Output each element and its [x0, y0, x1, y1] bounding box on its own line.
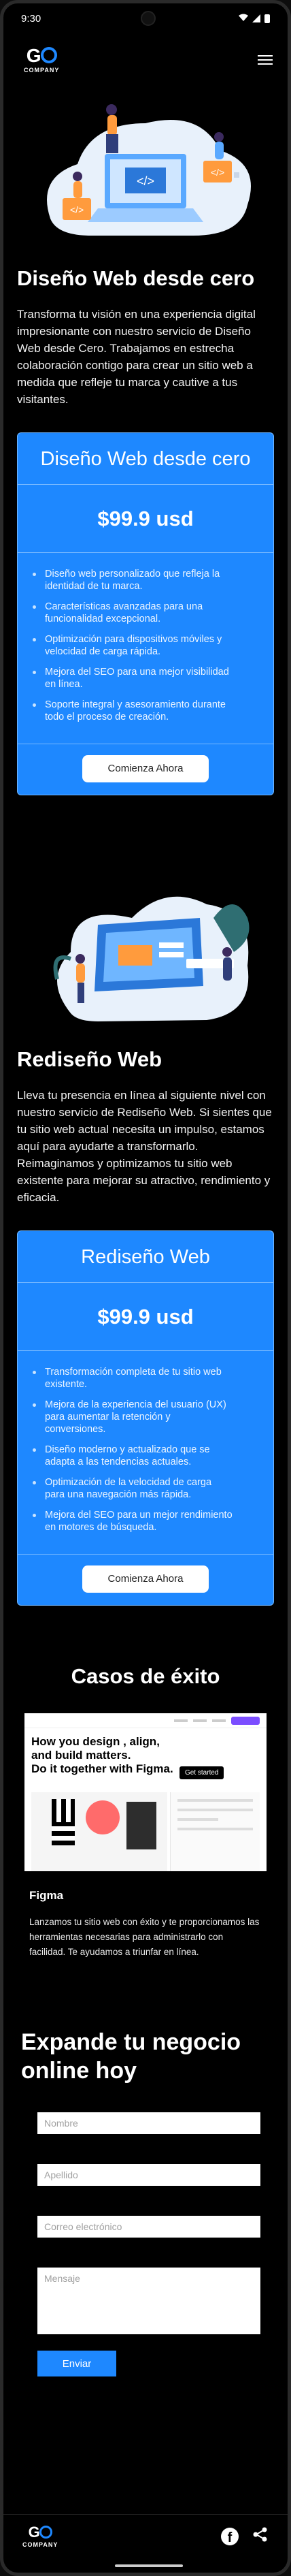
logo-mark: G — [29, 2524, 52, 2540]
share-icon[interactable] — [252, 2526, 269, 2546]
battery-icon — [264, 14, 270, 23]
case-screenshot-figma[interactable]: How you design , align, and build matter… — [24, 1713, 267, 1871]
section-title-web-design: Diseño Web desde cero — [17, 266, 255, 290]
status-icons — [239, 13, 270, 25]
cases-title: Casos de éxito — [71, 1664, 220, 1688]
social-links: f — [221, 2526, 269, 2546]
feature-item: Mejora del SEO para una mejor visibilida… — [33, 666, 246, 690]
svg-text:</>: </> — [137, 174, 154, 188]
card-price: $99.9 usd — [18, 485, 273, 553]
feature-item: Soporte integral y asesoramiento durante… — [33, 699, 246, 723]
card-price: $99.9 usd — [18, 1283, 273, 1351]
mock-headline: How you design , align, and build matter… — [31, 1735, 173, 1775]
logo-mark: G — [27, 46, 57, 65]
logo-company-text: COMPANY — [24, 67, 60, 74]
logo-company-text: COMPANY — [22, 2541, 58, 2548]
start-now-button[interactable]: Comienza Ahora — [82, 1565, 209, 1593]
submit-button[interactable]: Enviar — [37, 2351, 116, 2376]
facebook-icon[interactable]: f — [221, 2527, 239, 2545]
start-now-button[interactable]: Comienza Ahora — [82, 755, 209, 782]
card-footer: Comienza Ahora — [18, 744, 273, 795]
feature-list: Diseño web personalizado que refleja la … — [18, 553, 273, 744]
home-indicator — [115, 2564, 183, 2567]
feature-list: Transformación completa de tu sitio web … — [18, 1351, 273, 1554]
feature-item: Optimización de la velocidad de carga pa… — [33, 1476, 246, 1501]
pricing-card-redesign: Rediseño Web $99.9 usd Transformación co… — [17, 1230, 274, 1606]
email-input[interactable] — [37, 2216, 260, 2238]
feature-item: Mejora del SEO para un mejor rendimiento… — [33, 1509, 246, 1533]
web-redesign-illustration — [53, 896, 250, 1021]
name-input[interactable] — [37, 2112, 260, 2134]
surname-input[interactable] — [37, 2164, 260, 2186]
section-title-redesign: Rediseño Web — [17, 1047, 162, 1071]
front-camera — [141, 11, 156, 26]
mock-navbar — [24, 1713, 267, 1728]
pricing-card-web-design: Diseño Web desde cero $99.9 usd Diseño w… — [17, 432, 274, 795]
card-title: Rediseño Web — [18, 1231, 273, 1283]
menu-icon[interactable] — [258, 55, 273, 65]
phone-frame: 9:30 G COMPANY </> </> </> Diseño Web de… — [0, 0, 291, 2576]
mock-get-started: Get started — [179, 1766, 224, 1779]
site-header: G COMPANY — [3, 33, 288, 86]
card-footer: Comienza Ahora — [18, 1554, 273, 1605]
message-input[interactable] — [37, 2268, 260, 2334]
card-title: Diseño Web desde cero — [18, 433, 273, 485]
svg-text:</>: </> — [70, 204, 84, 215]
section-text-redesign: Lleva tu presencia en línea al siguiente… — [17, 1089, 272, 1204]
svg-text:</>: </> — [211, 167, 224, 178]
section-text-web-design: Transforma tu visión en una experiencia … — [17, 308, 256, 406]
contact-title: Expande tu negocio online hoy — [21, 2029, 241, 2084]
case-description: Lanzamos tu sitio web con éxito y te pro… — [29, 1917, 260, 1957]
footer-logo[interactable]: G COMPANY — [22, 2524, 58, 2548]
feature-item: Diseño moderno y actualizado que se adap… — [33, 1444, 246, 1468]
brand-logo[interactable]: G COMPANY — [24, 46, 59, 74]
wifi-icon — [239, 13, 248, 25]
web-design-illustration: </> </> </> — [47, 104, 251, 236]
mock-canvas — [31, 1792, 167, 1871]
feature-item: Transformación completa de tu sitio web … — [33, 1366, 246, 1390]
feature-item: Diseño web personalizado que refleja la … — [33, 568, 246, 592]
status-bar: 9:30 — [3, 3, 288, 33]
feature-item: Características avanzadas para una funci… — [33, 601, 246, 625]
contact-form: Enviar — [3, 2112, 288, 2376]
feature-item: Mejora de la experiencia del usuario (UX… — [33, 1399, 246, 1435]
case-name: Figma — [29, 1889, 64, 1902]
mock-properties-panel — [170, 1792, 260, 1871]
site-footer: G COMPANY f — [3, 2514, 288, 2558]
signal-icon — [252, 14, 260, 22]
feature-item: Optimización para dispositivos móviles y… — [33, 633, 246, 658]
status-time: 9:30 — [21, 12, 41, 25]
